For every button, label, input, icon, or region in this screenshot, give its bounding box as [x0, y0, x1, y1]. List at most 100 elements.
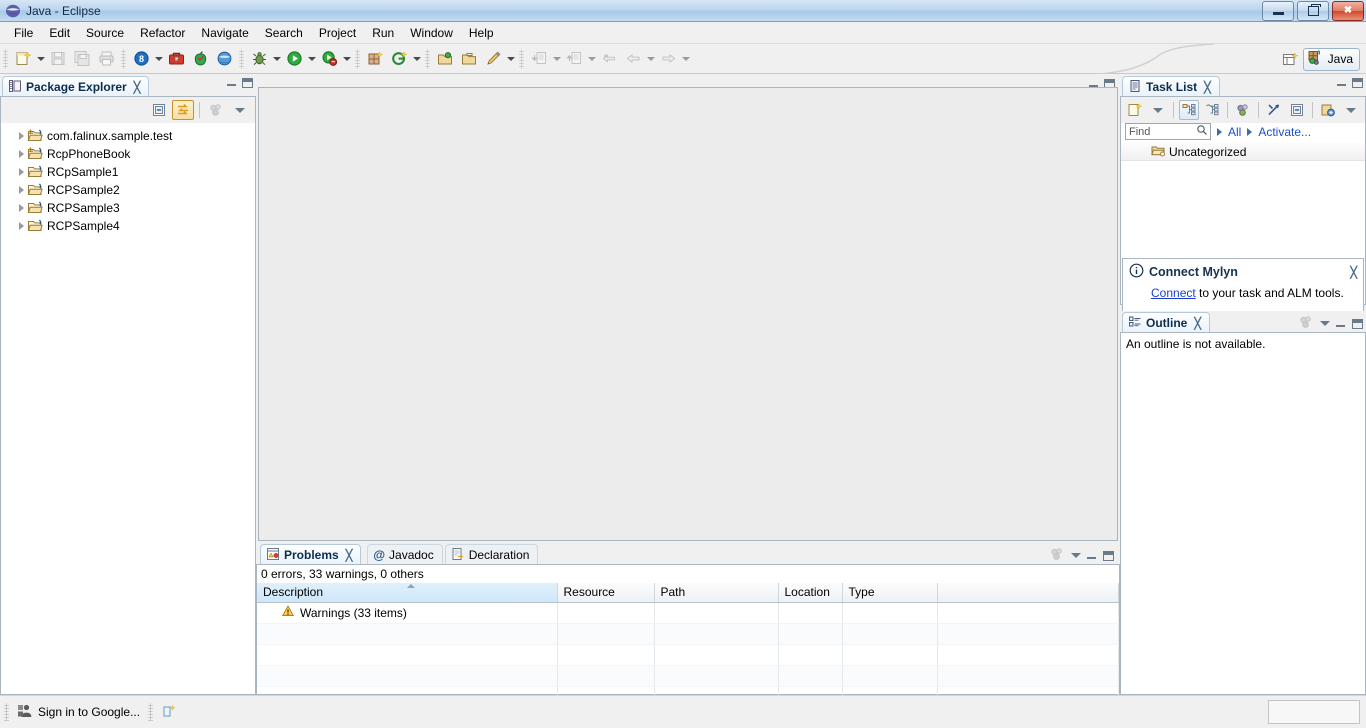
- statusbar-grip[interactable]: [4, 703, 9, 721]
- column-header-type[interactable]: Type: [842, 583, 938, 603]
- toolbar-grip[interactable]: [121, 48, 126, 69]
- back-dropdown-icon[interactable]: [645, 48, 656, 70]
- column-header-description[interactable]: Description: [257, 583, 558, 603]
- table-row[interactable]: [257, 665, 1119, 687]
- expand-arrow-icon[interactable]: [15, 184, 27, 196]
- restore-button[interactable]: [1297, 0, 1329, 21]
- toolbar-grip[interactable]: [519, 48, 524, 69]
- menu-run[interactable]: Run: [364, 23, 402, 43]
- google-signin-item[interactable]: Sign in to Google...: [13, 703, 144, 722]
- open-type-icon[interactable]: 8: [130, 48, 152, 70]
- focus-button[interactable]: [1049, 546, 1065, 565]
- tab-problems[interactable]: Problems ╳: [260, 544, 362, 565]
- find-input[interactable]: Find: [1125, 123, 1211, 140]
- table-row[interactable]: Warnings (33 items): [257, 602, 1119, 624]
- minimize-button[interactable]: [1262, 0, 1294, 21]
- chevron-down-icon[interactable]: [1320, 321, 1330, 326]
- run-dropdown-icon[interactable]: [306, 48, 317, 70]
- connect-link[interactable]: Connect: [1151, 286, 1196, 300]
- tree-item-rcpsample2[interactable]: RCPSample2: [1, 181, 255, 199]
- minimize-icon[interactable]: [1337, 78, 1347, 88]
- perspective-java-button[interactable]: Java: [1302, 47, 1360, 71]
- open-task-icon[interactable]: [434, 48, 456, 70]
- maximize-icon[interactable]: [1352, 318, 1363, 329]
- column-header-location[interactable]: Location: [778, 583, 843, 603]
- expand-arrow-icon[interactable]: [15, 130, 27, 142]
- toolbox-icon[interactable]: G: [165, 48, 187, 70]
- tab-declaration[interactable]: Declaration: [444, 544, 539, 565]
- minimize-icon[interactable]: [1336, 319, 1346, 329]
- minimize-icon[interactable]: [1087, 551, 1097, 561]
- close-tab-icon[interactable]: ╳: [134, 81, 141, 94]
- close-tab-icon[interactable]: ╳: [346, 549, 353, 562]
- close-tab-icon[interactable]: ╳: [1204, 81, 1211, 94]
- open-perspective-icon[interactable]: [1280, 48, 1302, 70]
- maximize-icon[interactable]: [1352, 78, 1363, 88]
- expand-arrow-icon[interactable]: [15, 202, 27, 214]
- expand-arrow-icon[interactable]: [15, 148, 27, 160]
- debug-icon[interactable]: [248, 48, 270, 70]
- statusbar-progress-area[interactable]: [1268, 700, 1360, 724]
- maximize-icon[interactable]: [1103, 550, 1114, 561]
- collapse-all-button[interactable]: [148, 100, 170, 120]
- run-icon[interactable]: [283, 48, 305, 70]
- new-element-item[interactable]: [157, 703, 181, 722]
- external-tools-icon[interactable]: [318, 48, 340, 70]
- view-menu-button[interactable]: [1341, 100, 1361, 120]
- editor-empty-canvas[interactable]: [258, 87, 1118, 541]
- restore-tasks-button[interactable]: [1318, 100, 1338, 120]
- menu-help[interactable]: Help: [461, 23, 502, 43]
- menu-window[interactable]: Window: [402, 23, 461, 43]
- expand-arrow-icon[interactable]: [15, 220, 27, 232]
- filter-arrow-icon[interactable]: [1217, 127, 1222, 136]
- toolbar-grip[interactable]: [425, 48, 430, 69]
- menu-source[interactable]: Source: [78, 23, 132, 43]
- debug-dropdown-icon[interactable]: [271, 48, 282, 70]
- external-tools-dropdown-icon[interactable]: [341, 48, 352, 70]
- open-folder-icon[interactable]: [458, 48, 480, 70]
- tree-item-rcpsample4[interactable]: RCPSample4: [1, 217, 255, 235]
- view-menu-button[interactable]: [205, 100, 227, 120]
- toolbar-grip[interactable]: [239, 48, 244, 69]
- new-java-package-icon[interactable]: [364, 48, 386, 70]
- toolbar-grip[interactable]: [3, 48, 8, 69]
- new-wizard-dropdown-icon[interactable]: [35, 48, 46, 70]
- new-wizard-icon[interactable]: [12, 48, 34, 70]
- pencil-annotate-dropdown-icon[interactable]: [505, 48, 516, 70]
- menu-project[interactable]: Project: [311, 23, 364, 43]
- table-row[interactable]: [257, 623, 1119, 645]
- close-button[interactable]: ✖: [1332, 0, 1364, 21]
- search-icon[interactable]: [1196, 124, 1208, 139]
- next-annotation-dropdown-icon[interactable]: [586, 48, 597, 70]
- tab-task-list[interactable]: Task List ╳: [1122, 76, 1220, 97]
- pencil-annotate-icon[interactable]: [482, 48, 504, 70]
- activate-link[interactable]: Activate...: [1258, 125, 1311, 139]
- synchronize-button[interactable]: [1264, 100, 1284, 120]
- statusbar-grip[interactable]: [148, 703, 154, 721]
- activate-arrow-icon[interactable]: [1247, 127, 1253, 136]
- scheduled-presentation-button[interactable]: [1201, 100, 1221, 120]
- new-java-class-icon[interactable]: [388, 48, 410, 70]
- tree-item-rcpsample1[interactable]: RCpSample1: [1, 163, 255, 181]
- tree-item-rcpsample3[interactable]: RCPSample3: [1, 199, 255, 217]
- menu-refactor[interactable]: Refactor: [132, 23, 193, 43]
- apple-debug-icon[interactable]: [189, 48, 211, 70]
- new-task-dropdown[interactable]: [1147, 100, 1167, 120]
- categorized-presentation-button[interactable]: [1178, 100, 1200, 120]
- menu-file[interactable]: File: [6, 23, 41, 43]
- focus-on-workweek-button[interactable]: [1233, 100, 1253, 120]
- new-java-class-dropdown-icon[interactable]: [411, 48, 422, 70]
- view-menu-arrow[interactable]: [229, 100, 251, 120]
- close-icon[interactable]: ╳: [1350, 266, 1357, 279]
- column-header-resource[interactable]: Resource: [557, 583, 655, 603]
- column-header-path[interactable]: Path: [654, 583, 779, 603]
- maximize-icon[interactable]: [242, 78, 253, 88]
- tab-package-explorer[interactable]: Package Explorer ╳: [2, 76, 150, 97]
- close-tab-icon[interactable]: ╳: [1194, 317, 1201, 330]
- globe-run-icon[interactable]: [213, 48, 235, 70]
- menu-navigate[interactable]: Navigate: [193, 23, 256, 43]
- menu-search[interactable]: Search: [257, 23, 311, 43]
- filter-all-link[interactable]: All: [1228, 125, 1241, 139]
- open-type-dropdown-icon[interactable]: [153, 48, 164, 70]
- previous-annotation-dropdown-icon[interactable]: [551, 48, 562, 70]
